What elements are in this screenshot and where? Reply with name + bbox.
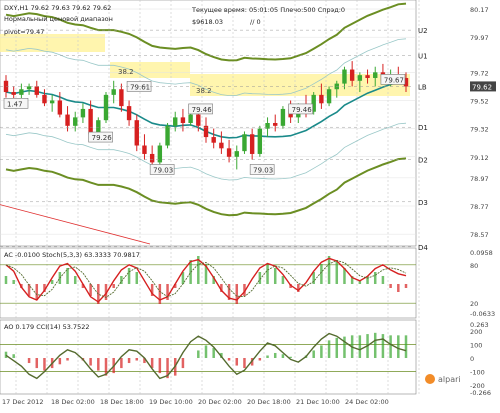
candle-body [103,94,109,121]
current-price-label: 79.62 [472,83,492,91]
candle-body [57,100,63,115]
candle-body [226,148,232,157]
candle-body [219,142,224,149]
candle-body [49,100,55,104]
chart-window: 79.61 79.26 79.46 79.03 79.03 79.46 79.67 1.47 3… [0,0,500,408]
price-annotation-label: 79.67 [384,76,404,84]
symbol-line: DXY,H1 79.62 79.63 79.62 79.62 [4,4,111,12]
y-tick-label: 78.57 [470,231,489,239]
y-tick-label: -0.0633 [470,310,495,318]
candle-body [26,86,32,90]
x-tick-label: 24 Dec 02:00 [345,398,389,406]
pivot-label-LB: LB [418,83,427,91]
candle-body [11,92,16,95]
fib-label: 38.2 [196,87,212,95]
balance-suffix: // 0 [250,18,261,26]
price-annotation-label: 79.03 [253,166,273,174]
candle-body [203,125,209,138]
price-annotation-label: 79.61 [130,83,150,91]
candle-body [273,123,278,126]
subtitle: Нормальный ценовой диапазон [4,15,113,23]
price-annotation-label: 79.26 [92,134,113,142]
candle-body [265,123,270,129]
y-tick-label: 78.77 [470,203,489,211]
pivot-label: pivot=79.47 [4,28,44,36]
candle-body [34,86,39,95]
candle-body [249,134,255,154]
candle-body [365,75,370,78]
y-tick-label: -100 [470,369,485,377]
x-tick-label: 17 Dec 2012 [2,398,44,406]
candle-body [349,69,355,81]
candle-body [165,125,170,146]
y-tick-label: 78.97 [470,175,489,183]
candle-body [211,137,216,143]
balance: $9618.03 [192,18,223,26]
price-annotation-label: 1.47 [7,100,23,108]
x-tick-label: 19 Dec 10:00 [149,398,193,406]
candle-body [111,89,116,95]
candle-body [196,114,201,126]
y-tick-label: 79.12 [470,154,489,162]
y-tick-label: 0 [470,355,474,363]
candle-body [242,134,247,152]
price-annotation-label: 79.46 [192,106,213,114]
pivot-label-U1: U1 [418,52,428,60]
candle-body [188,114,193,123]
x-tick-label: 21 Dec 10:00 [296,398,340,406]
candle-body [357,75,363,81]
candle-body [157,145,163,163]
x-tick-label: 20 Dec 18:00 [247,398,291,406]
pivot-label-D4: D4 [418,244,428,252]
y-tick-label: 100 [470,341,482,349]
candle-body [88,108,93,135]
candle-body [149,153,155,163]
price-annotation-label: 79.03 [153,166,173,174]
pivot-label-D3: D3 [418,199,428,207]
pivot-label-U2: U2 [418,27,428,35]
y-tick-label: 79.32 [470,126,489,134]
fib-label: 38.2 [118,68,134,76]
x-tick-label: 18 Dec 18:00 [100,398,144,406]
candle-body [73,117,78,126]
y-tick-label: 80 [470,262,478,270]
candle-body [80,108,86,118]
candle-body [173,117,178,126]
candle-body [234,151,239,157]
y-tick-label: 79.72 [470,69,489,77]
y-tick-label: 200 [470,328,482,336]
y-tick-label: 79.97 [470,34,489,42]
watermark-text: alpari [438,375,461,384]
pivot-label-D1: D1 [418,124,428,132]
candle-body [42,94,47,104]
candle-body [19,89,24,95]
chart-canvas: 79.61 79.26 79.46 79.03 79.03 79.46 79.67 1.47 3… [0,0,496,406]
y-tick-label: -0.266 [470,389,491,397]
candle-body [342,69,347,84]
ac-stoch-title: AC -0.0100 Stoch(5,3,3) 63.3333 70.9817 [4,251,140,259]
candle-body [373,72,378,78]
ao-cci-panel [0,319,417,395]
candle-body [119,89,124,107]
pivot-label-D2: D2 [418,157,428,165]
candle-body [257,128,263,154]
y-tick-label: 20 [470,300,478,308]
y-tick-label: 80.17 [470,6,489,14]
price-annotation-label: 79.46 [292,106,313,114]
candle-body [126,106,132,121]
candle-body [134,120,139,146]
candle-body [142,145,147,154]
time-label: Текущее время: 05:01:05 Плечо:500 Спрэд:… [191,6,345,14]
candle-body [65,114,70,126]
ao-cci-title: AO 0.179 CCI(14) 53.7522 [4,323,89,331]
candle-body [180,117,186,123]
candle-body [326,89,332,104]
candle-body [280,108,286,126]
y-tick-label: 79.52 [470,97,489,105]
alpari-logo: alpari [425,374,461,384]
x-tick-label: 18 Dec 02:00 [51,398,95,406]
y-tick-label: 0.0958 [470,249,493,257]
candle-body [319,94,324,104]
x-tick-label: 20 Dec 02:00 [198,398,242,406]
